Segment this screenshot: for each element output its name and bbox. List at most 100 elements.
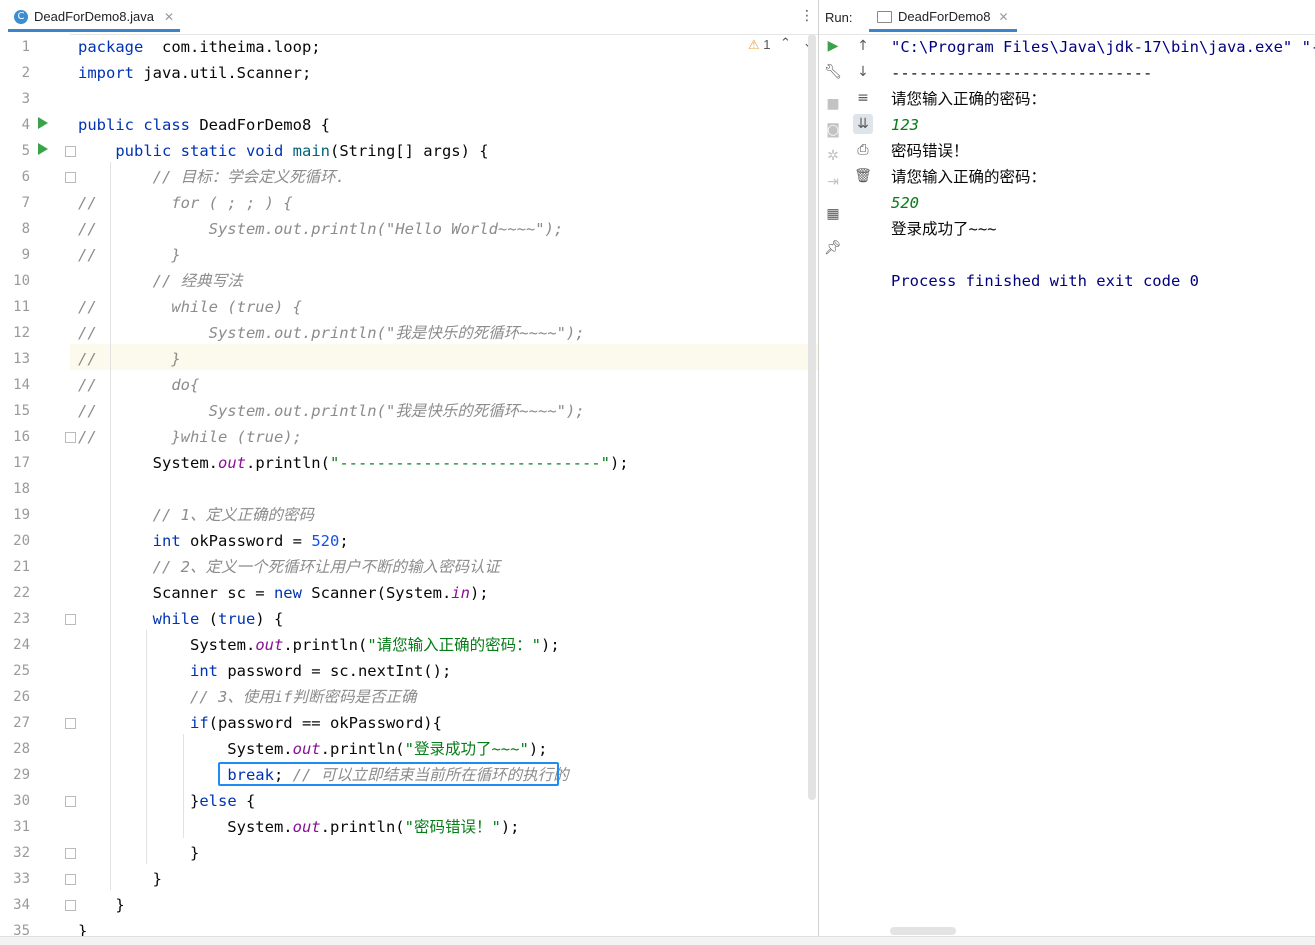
stop-icon[interactable]: ■ — [823, 94, 843, 114]
code-line[interactable]: } — [78, 892, 124, 918]
code-line[interactable]: // 目标：学会定义死循环. — [78, 164, 345, 190]
code-line[interactable]: int okPassword = 520; — [78, 528, 349, 554]
line-number[interactable]: 32 — [0, 840, 30, 866]
line-number[interactable]: 2 — [0, 60, 30, 86]
line-number[interactable]: 3 — [0, 86, 30, 112]
run-main-icon[interactable] — [38, 143, 48, 155]
line-number[interactable]: 17 — [0, 450, 30, 476]
fold-marker-icon[interactable] — [65, 900, 76, 911]
camera-icon[interactable]: ◙ — [823, 120, 843, 140]
up-arrow-icon[interactable]: ↑ — [853, 36, 873, 56]
code-line[interactable]: }else { — [78, 788, 255, 814]
code-line[interactable]: package com.itheima.loop; — [78, 34, 321, 60]
fold-marker-icon[interactable] — [65, 796, 76, 807]
run-class-icon[interactable] — [38, 117, 48, 129]
code-line[interactable]: Scanner sc = new Scanner(System.in); — [78, 580, 489, 606]
run-tool-window[interactable]: Run: DeadForDemo8 ✕ ▶ 🔧︎ ■ ◙ ✲ ⇥ ▦ 📌︎ ↑ … — [819, 0, 1315, 944]
close-run-tab-icon[interactable]: ✕ — [999, 10, 1009, 24]
line-number[interactable]: 29 — [0, 762, 30, 788]
wrench-icon[interactable]: 🔧︎ — [823, 62, 843, 82]
code-line[interactable]: // 经典写法 — [78, 268, 243, 294]
fold-marker-icon[interactable] — [65, 432, 76, 443]
code-line[interactable]: System.out.println("密码错误！"); — [78, 814, 519, 840]
line-number[interactable]: 30 — [0, 788, 30, 814]
line-number[interactable]: 16 — [0, 424, 30, 450]
line-number[interactable]: 11 — [0, 294, 30, 320]
exit-icon[interactable]: ⇥ — [823, 172, 843, 192]
fold-marker-icon[interactable] — [65, 874, 76, 885]
code-line[interactable]: public class DeadForDemo8 { — [78, 112, 330, 138]
line-number[interactable]: 4 — [0, 112, 30, 138]
code-line[interactable]: System.out.println("请您输入正确的密码："); — [78, 632, 560, 658]
line-number[interactable]: 1 — [0, 34, 30, 60]
code-line[interactable]: } — [78, 866, 162, 892]
pin-icon[interactable]: 📌︎ — [823, 238, 843, 258]
fold-marker-icon[interactable] — [65, 146, 76, 157]
layout-icon[interactable]: ▦ — [823, 204, 843, 224]
code-line[interactable]: import java.util.Scanner; — [78, 60, 311, 86]
close-tab-icon[interactable]: ✕ — [164, 10, 174, 24]
scroll-to-end-icon[interactable]: ⇊ — [853, 114, 873, 134]
down-arrow-icon[interactable]: ↓ — [853, 62, 873, 82]
code-line[interactable]: // System.out.println("我是快乐的死循环~~~~"); — [78, 320, 585, 346]
line-number[interactable]: 25 — [0, 658, 30, 684]
code-line[interactable]: public static void main(String[] args) { — [78, 138, 488, 164]
debug-bug-icon[interactable]: ✲ — [823, 146, 843, 166]
console-horizontal-scrollbar[interactable] — [890, 927, 956, 935]
line-number[interactable]: 26 — [0, 684, 30, 710]
line-number[interactable]: 12 — [0, 320, 30, 346]
fold-marker-icon[interactable] — [65, 172, 76, 183]
line-number[interactable]: 14 — [0, 372, 30, 398]
line-number[interactable]: 15 — [0, 398, 30, 424]
line-number[interactable]: 10 — [0, 268, 30, 294]
code-line[interactable]: // 3、使用if判断密码是否正确 — [78, 684, 417, 710]
fold-marker-icon[interactable] — [65, 614, 76, 625]
line-number[interactable]: 23 — [0, 606, 30, 632]
line-number[interactable]: 22 — [0, 580, 30, 606]
line-number[interactable]: 20 — [0, 528, 30, 554]
line-number[interactable]: 19 — [0, 502, 30, 528]
code-line[interactable]: // for ( ; ; ) { — [78, 190, 293, 216]
line-number[interactable]: 9 — [0, 242, 30, 268]
line-number[interactable]: 28 — [0, 736, 30, 762]
rerun-icon[interactable]: ▶ — [823, 36, 843, 56]
line-number[interactable]: 8 — [0, 216, 30, 242]
line-number-gutter[interactable]: 1 2 3 4 5 6 7 8 9 10 11 12 13 14 15 16 17 18 19 20 21 22 23 24 2… — [0, 34, 70, 944]
soft-wrap-icon[interactable]: ≡ — [853, 88, 873, 108]
fold-marker-icon[interactable] — [65, 848, 76, 859]
line-number[interactable]: 13 — [0, 346, 30, 372]
code-editor-pane[interactable]: C DeadForDemo8.java ✕ ⋮ 1 2 3 4 5 6 7 8 9 10 11 12 1… — [0, 0, 818, 944]
code-line[interactable]: // } — [78, 242, 181, 268]
code-line[interactable]: // } — [78, 346, 181, 372]
tab-deadfordemo8-java[interactable]: C DeadForDemo8.java ✕ — [8, 4, 181, 32]
line-number[interactable]: 5 — [0, 138, 30, 164]
code-line[interactable]: // System.out.println("Hello World~~~~")… — [78, 216, 563, 242]
code-line[interactable]: // 2、定义一个死循环让用户不断的输入密码认证 — [78, 554, 500, 580]
fold-marker-icon[interactable] — [65, 718, 76, 729]
code-line[interactable]: } — [78, 840, 199, 866]
line-number[interactable]: 18 — [0, 476, 30, 502]
code-line[interactable]: // do{ — [78, 372, 199, 398]
code-line[interactable]: // while (true) { — [78, 294, 302, 320]
code-line[interactable]: int password = sc.nextInt(); — [78, 658, 451, 684]
code-line[interactable]: System.out.println("登录成功了~~~"); — [78, 736, 547, 762]
line-number[interactable]: 27 — [0, 710, 30, 736]
line-number[interactable]: 34 — [0, 892, 30, 918]
line-number[interactable]: 31 — [0, 814, 30, 840]
line-number[interactable]: 24 — [0, 632, 30, 658]
code-line[interactable]: System.out.println("--------------------… — [78, 450, 629, 476]
inspection-warning[interactable]: ⚠ 1 — [748, 37, 771, 53]
editor-vertical-scrollbar[interactable] — [808, 34, 816, 800]
line-number[interactable]: 21 — [0, 554, 30, 580]
code-line[interactable]: // 1、定义正确的密码 — [78, 502, 314, 528]
code-line[interactable]: // System.out.println("我是快乐的死循环~~~~"); — [78, 398, 585, 424]
console-output[interactable]: "C:\Program Files\Java\jdk-17\bin\java.e… — [891, 34, 1315, 944]
line-number[interactable]: 33 — [0, 866, 30, 892]
code-line[interactable]: if(password == okPassword){ — [78, 710, 442, 736]
line-number[interactable]: 6 — [0, 164, 30, 190]
code-line[interactable]: while (true) { — [78, 606, 284, 632]
code-line[interactable]: // }while (true); — [78, 424, 302, 450]
more-options-icon[interactable]: ⋮ — [800, 8, 814, 24]
trash-icon[interactable]: 🗑︎ — [853, 166, 873, 186]
run-tab-deadfordemo8[interactable]: DeadForDemo8 ✕ — [869, 4, 1017, 32]
